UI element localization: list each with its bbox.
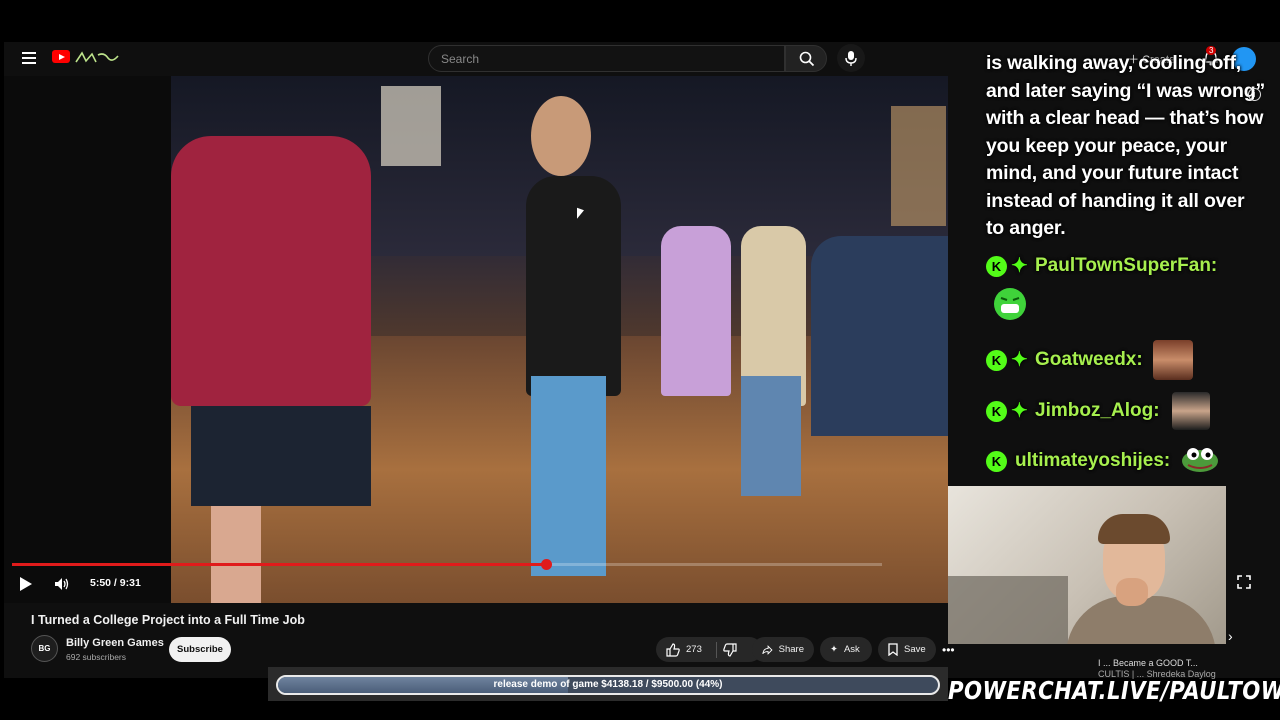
seek-bar-played	[12, 563, 547, 566]
search-button[interactable]	[785, 45, 827, 72]
kick-badge-icon: K	[986, 349, 1007, 371]
youtube-logo-icon[interactable]	[52, 50, 70, 63]
chat-user-row: K ultimateyoshijes:	[986, 443, 1220, 479]
volume-icon[interactable]	[54, 577, 70, 591]
mouse-cursor	[577, 207, 584, 222]
gem-badge-icon: ✦	[1011, 349, 1028, 371]
fullscreen-icon[interactable]	[1237, 575, 1251, 589]
search-input[interactable]: Search	[428, 45, 785, 72]
sparkle-icon: ✦	[830, 644, 838, 655]
video-player[interactable]: 5:50 / 9:31	[4, 76, 948, 603]
laughing-emote-icon	[992, 286, 1028, 322]
video-title: I Turned a College Project into a Full T…	[31, 613, 305, 627]
chevron-right-icon[interactable]: ›	[1228, 628, 1233, 644]
search-icon	[799, 51, 815, 67]
play-icon[interactable]	[20, 577, 32, 591]
chat-overlay: is walking away, cooling off, and later …	[986, 50, 1266, 480]
powerchat-banner: POWERCHAT.LIVE/PAULTOWN	[948, 676, 1280, 705]
time-display: 5:50 / 9:31	[90, 577, 141, 589]
subscriber-count: 692 subscribers	[66, 652, 127, 662]
kick-badge-icon: K	[986, 450, 1007, 472]
gem-badge-icon: ✦	[1011, 400, 1028, 422]
chat-username: PaulTownSuperFan:	[1035, 255, 1218, 276]
thumbs-up-icon[interactable]	[666, 642, 680, 657]
chat-username: Jimboz_Alog:	[1035, 400, 1160, 421]
subscribe-button[interactable]: Subscribe	[169, 637, 231, 662]
pepe-emote-icon	[1180, 443, 1220, 479]
like-dislike-group: 273	[656, 637, 762, 662]
chat-username: ultimateyoshijes:	[1015, 450, 1171, 471]
gem-badge-icon: ✦	[1011, 255, 1028, 277]
chat-user-row: K ✦ Goatweedx:	[986, 340, 1193, 380]
donation-goal-text: release demo of game $4138.18 / $9500.00…	[493, 679, 723, 690]
voice-search-button[interactable]	[837, 44, 865, 72]
share-icon	[762, 644, 773, 655]
donation-goal-panel: release demo of game $4138.18 / $9500.00…	[268, 667, 948, 701]
donation-goal-bar: release demo of game $4138.18 / $9500.00…	[276, 675, 940, 695]
save-label: Save	[904, 644, 926, 655]
chat-user-row: K ✦ Jimboz_Alog:	[986, 392, 1210, 430]
channel-avatar[interactable]: BG	[31, 635, 58, 662]
share-button[interactable]: Share	[752, 637, 814, 662]
kick-badge-icon: K	[986, 400, 1007, 422]
channel-name[interactable]: Billy Green Games	[66, 637, 164, 649]
channel-doodle-logo	[74, 50, 120, 65]
streamer-webcam	[948, 486, 1226, 644]
menu-icon[interactable]	[22, 52, 36, 64]
bookmark-icon	[888, 643, 898, 656]
video-frame	[171, 76, 948, 603]
save-button[interactable]: Save	[878, 637, 936, 662]
chat-username: Goatweedx:	[1035, 349, 1143, 370]
recommendation-title: I ... Became a GOOD T...	[1098, 658, 1198, 668]
microphone-icon	[845, 51, 857, 66]
chat-message-text: is walking away, cooling off, and later …	[986, 52, 1265, 239]
face-emote-icon	[1152, 340, 1193, 380]
chat-user-row: K ✦ PaulTownSuperFan:	[986, 255, 1217, 277]
info-icon[interactable]: i	[1248, 88, 1261, 101]
seek-bar[interactable]	[12, 559, 882, 570]
share-label: Share	[778, 644, 804, 655]
ask-label: Ask	[843, 644, 860, 655]
ask-button[interactable]: ✦ Ask	[820, 637, 872, 662]
more-actions-icon[interactable]: •••	[942, 643, 955, 657]
thumbs-down-icon[interactable]	[723, 642, 737, 657]
kick-badge-icon: K	[986, 255, 1007, 277]
portrait-emote-icon	[1171, 392, 1210, 430]
like-count[interactable]: 273	[686, 644, 702, 655]
